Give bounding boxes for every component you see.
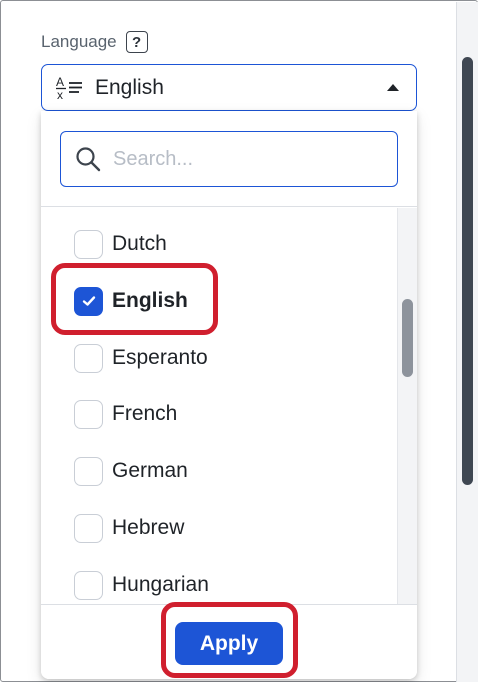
list-item-label: Dutch xyxy=(112,232,167,255)
list-item-esperanto[interactable]: Esperanto xyxy=(74,343,208,373)
list-item-label: Hungarian xyxy=(112,573,209,596)
list-scrollbar-track[interactable] xyxy=(397,208,417,604)
dropdown-footer: Apply xyxy=(41,604,417,679)
list-item-hebrew[interactable]: Hebrew xyxy=(74,513,184,543)
list-item-label: Esperanto xyxy=(112,346,208,369)
checkbox[interactable] xyxy=(74,570,103,600)
language-settings-panel: Language ? A x English Search... Dutch E… xyxy=(0,0,478,682)
list-item-english[interactable]: English xyxy=(74,286,188,316)
svg-text:x: x xyxy=(57,88,63,101)
svg-text:A: A xyxy=(56,75,64,89)
language-list: Dutch English Esperanto French German He… xyxy=(41,208,417,604)
list-item-dutch[interactable]: Dutch xyxy=(74,229,167,259)
language-select[interactable]: A x English xyxy=(41,64,417,111)
list-scrollbar-thumb[interactable] xyxy=(402,299,413,377)
checkmark-icon xyxy=(82,296,95,306)
list-item-label: English xyxy=(112,289,188,312)
checkbox[interactable] xyxy=(74,513,103,543)
apply-button[interactable]: Apply xyxy=(175,622,283,665)
checkbox-checked[interactable] xyxy=(74,286,103,316)
checkbox[interactable] xyxy=(74,229,103,259)
language-dropdown: Dutch English Esperanto French G xyxy=(41,111,417,679)
language-label-text: Language xyxy=(41,32,117,51)
search-input[interactable] xyxy=(113,147,373,171)
page-scrollbar[interactable] xyxy=(462,57,473,485)
help-icon[interactable]: ? xyxy=(125,31,148,53)
checkbox[interactable] xyxy=(74,399,103,429)
list-item-label: French xyxy=(112,402,178,425)
search-field[interactable] xyxy=(60,131,398,187)
list-item-french[interactable]: French xyxy=(74,399,177,429)
search-icon xyxy=(75,146,101,172)
list-item-label: German xyxy=(112,459,188,482)
selected-language: English xyxy=(95,75,164,99)
list-item-label: Hebrew xyxy=(112,516,185,539)
checkbox[interactable] xyxy=(74,456,103,486)
search-area xyxy=(41,111,417,207)
translate-icon: A x xyxy=(56,75,84,101)
list-item-german[interactable]: German xyxy=(74,456,188,486)
caret-up-icon xyxy=(387,84,399,91)
checkbox[interactable] xyxy=(74,343,103,373)
language-field-label: Language ? xyxy=(41,31,148,53)
list-item-hungarian[interactable]: Hungarian xyxy=(74,570,209,600)
